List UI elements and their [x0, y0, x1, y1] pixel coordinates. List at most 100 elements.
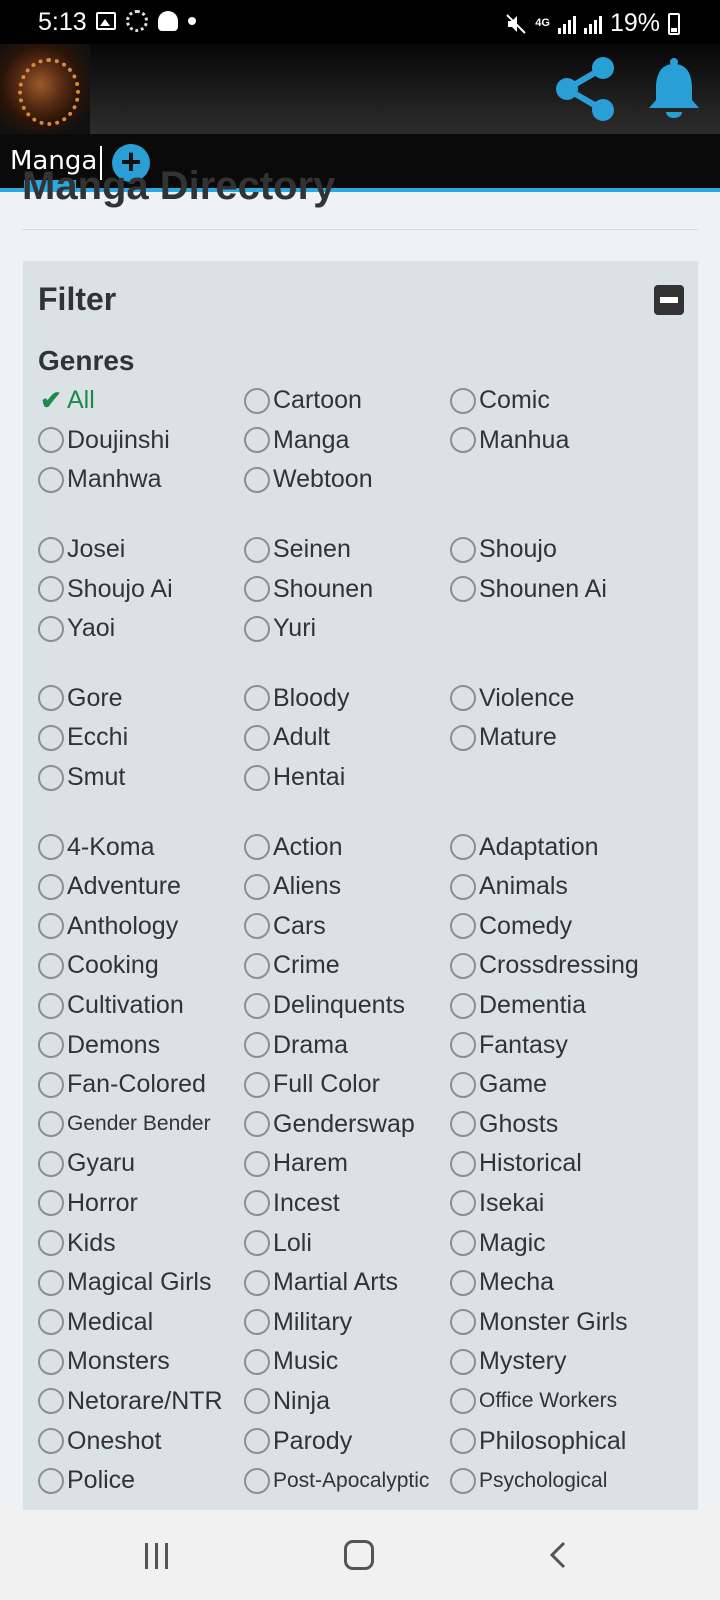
recent-apps-icon[interactable]: [145, 1543, 171, 1569]
genre-option[interactable]: Hentai: [244, 758, 450, 798]
genre-option[interactable]: Shoujo: [450, 530, 698, 570]
radio-circle-icon[interactable]: [244, 615, 270, 642]
radio-circle-icon[interactable]: [38, 685, 64, 712]
genre-option[interactable]: Horror: [38, 1184, 244, 1224]
radio-circle-icon[interactable]: [244, 1348, 270, 1375]
radio-circle-icon[interactable]: [244, 1269, 270, 1296]
radio-circle-icon[interactable]: [244, 1388, 270, 1415]
radio-circle-icon[interactable]: [38, 724, 64, 751]
radio-circle-icon[interactable]: [450, 1111, 476, 1138]
genre-option[interactable]: Adventure: [38, 867, 244, 907]
radio-circle-icon[interactable]: [38, 1150, 64, 1177]
genre-option[interactable]: Incest: [244, 1184, 450, 1224]
radio-circle-icon[interactable]: [244, 1428, 270, 1455]
genre-option[interactable]: Yaoi: [38, 609, 244, 649]
radio-circle-icon[interactable]: [450, 992, 476, 1019]
app-logo[interactable]: [0, 44, 90, 134]
genre-option[interactable]: Psychological: [450, 1461, 698, 1501]
genre-option[interactable]: Harem: [244, 1144, 450, 1184]
genre-option[interactable]: Isekai: [450, 1184, 698, 1224]
genre-option[interactable]: Manhwa: [38, 460, 244, 500]
genre-option[interactable]: Medical: [38, 1302, 244, 1342]
radio-circle-icon[interactable]: [38, 913, 64, 940]
radio-circle-icon[interactable]: [244, 873, 270, 900]
genre-option[interactable]: Ecchi: [38, 718, 244, 758]
genre-option[interactable]: Bloody: [244, 679, 450, 719]
radio-circle-icon[interactable]: [38, 536, 64, 563]
genre-option[interactable]: Smut: [38, 758, 244, 798]
radio-circle-icon[interactable]: [244, 685, 270, 712]
radio-circle-icon[interactable]: [244, 1467, 270, 1494]
genre-option[interactable]: Magical Girls: [38, 1263, 244, 1303]
genre-option[interactable]: Kids: [38, 1223, 244, 1263]
radio-circle-icon[interactable]: [450, 1230, 476, 1257]
genre-option[interactable]: Dementia: [450, 986, 698, 1026]
radio-circle-icon[interactable]: [244, 466, 270, 493]
genre-option[interactable]: Mecha: [450, 1263, 698, 1303]
genre-option[interactable]: Manhua: [450, 421, 698, 461]
radio-circle-icon[interactable]: [450, 834, 476, 861]
genre-option[interactable]: Cooking: [38, 946, 244, 986]
checkmark-icon[interactable]: ✔: [38, 385, 64, 416]
genre-option[interactable]: Mystery: [450, 1342, 698, 1382]
genre-option[interactable]: Drama: [244, 1025, 450, 1065]
genre-option[interactable]: Office Workers: [450, 1382, 698, 1422]
radio-circle-icon[interactable]: [38, 992, 64, 1019]
genre-option[interactable]: Shoujo Ai: [38, 569, 244, 609]
radio-circle-icon[interactable]: [450, 576, 476, 603]
radio-circle-icon[interactable]: [38, 1032, 64, 1059]
genre-option[interactable]: Shounen: [244, 569, 450, 609]
radio-circle-icon[interactable]: [450, 1467, 476, 1494]
radio-circle-icon[interactable]: [450, 1309, 476, 1336]
genre-option[interactable]: Magic: [450, 1223, 698, 1263]
radio-circle-icon[interactable]: [244, 427, 270, 454]
genre-option[interactable]: 4-Koma: [38, 827, 244, 867]
radio-circle-icon[interactable]: [450, 1032, 476, 1059]
radio-circle-icon[interactable]: [38, 1269, 64, 1296]
radio-circle-icon[interactable]: [38, 873, 64, 900]
radio-circle-icon[interactable]: [38, 1111, 64, 1138]
radio-circle-icon[interactable]: [38, 1467, 64, 1494]
genre-option[interactable]: Animals: [450, 867, 698, 907]
genre-option[interactable]: Military: [244, 1302, 450, 1342]
radio-circle-icon[interactable]: [244, 1111, 270, 1138]
radio-circle-icon[interactable]: [244, 724, 270, 751]
radio-circle-icon[interactable]: [244, 1309, 270, 1336]
radio-circle-icon[interactable]: [450, 536, 476, 563]
genre-option[interactable]: Adult: [244, 718, 450, 758]
radio-circle-icon[interactable]: [38, 1230, 64, 1257]
radio-circle-icon[interactable]: [450, 685, 476, 712]
genre-option[interactable]: Comic: [450, 381, 698, 421]
radio-circle-icon[interactable]: [450, 1348, 476, 1375]
radio-circle-icon[interactable]: [38, 1309, 64, 1336]
genre-option[interactable]: Oneshot: [38, 1421, 244, 1461]
radio-circle-icon[interactable]: [244, 387, 270, 414]
genre-option[interactable]: Philosophical: [450, 1421, 698, 1461]
radio-circle-icon[interactable]: [38, 952, 64, 979]
radio-circle-icon[interactable]: [38, 1071, 64, 1098]
radio-circle-icon[interactable]: [38, 764, 64, 791]
genre-option[interactable]: Doujinshi: [38, 421, 244, 461]
radio-circle-icon[interactable]: [450, 913, 476, 940]
radio-circle-icon[interactable]: [38, 1348, 64, 1375]
genre-option[interactable]: Violence: [450, 679, 698, 719]
genre-option[interactable]: Monster Girls: [450, 1302, 698, 1342]
genre-option[interactable]: Parody: [244, 1421, 450, 1461]
genre-option[interactable]: Seinen: [244, 530, 450, 570]
genre-option[interactable]: Cultivation: [38, 986, 244, 1026]
genre-option[interactable]: Demons: [38, 1025, 244, 1065]
genre-option[interactable]: Fantasy: [450, 1025, 698, 1065]
radio-circle-icon[interactable]: [450, 724, 476, 751]
genre-option[interactable]: Netorare/NTR: [38, 1382, 244, 1422]
radio-circle-icon[interactable]: [38, 615, 64, 642]
genre-option[interactable]: Martial Arts: [244, 1263, 450, 1303]
radio-circle-icon[interactable]: [450, 1269, 476, 1296]
genre-option[interactable]: Gore: [38, 679, 244, 719]
radio-circle-icon[interactable]: [244, 992, 270, 1019]
radio-circle-icon[interactable]: [450, 1388, 476, 1415]
radio-circle-icon[interactable]: [244, 952, 270, 979]
genre-option[interactable]: Post-Apocalyptic: [244, 1461, 450, 1501]
radio-circle-icon[interactable]: [244, 576, 270, 603]
genre-option[interactable]: Aliens: [244, 867, 450, 907]
genre-option[interactable]: Action: [244, 827, 450, 867]
